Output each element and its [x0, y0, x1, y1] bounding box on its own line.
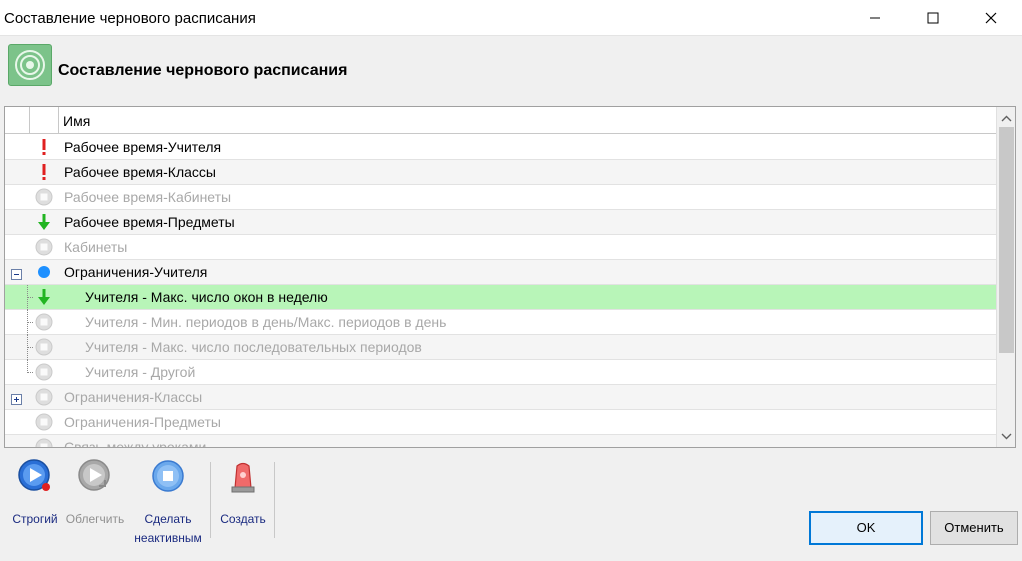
tree-line — [27, 372, 33, 373]
alarm-siren-icon — [231, 462, 255, 493]
inactive-stop-icon — [34, 438, 54, 447]
expander-column-header — [5, 107, 30, 134]
inactive-stop-icon — [34, 238, 54, 256]
grid-rows: Рабочее время-Учителя Рабочее время-Клас… — [5, 135, 997, 447]
green-down-arrow-icon — [34, 288, 54, 306]
row-label: Ограничения-Учителя — [64, 264, 208, 280]
collapse-icon[interactable] — [11, 267, 22, 280]
inactive-stop-icon — [34, 188, 54, 206]
table-row[interactable]: Ограничения-Предметы — [5, 410, 997, 435]
name-column-header[interactable]: Имя — [59, 107, 997, 134]
table-row[interactable]: Учителя - Мин. периодов в день/Макс. пер… — [5, 310, 997, 335]
row-label: Ограничения-Предметы — [64, 414, 221, 430]
blue-dot-icon — [34, 263, 54, 281]
table-row[interactable]: Связь между уроками — [5, 435, 997, 447]
close-icon — [985, 12, 997, 24]
row-label: Учителя - Макс. число последовательных п… — [85, 339, 422, 355]
window-title: Составление чернового расписания — [4, 10, 256, 27]
minimize-icon — [870, 17, 880, 19]
minimize-button[interactable] — [846, 0, 904, 36]
table-row[interactable]: Рабочее время-Предметы — [5, 210, 997, 235]
inactive-stop-icon — [34, 413, 54, 431]
ok-button[interactable]: OK — [809, 511, 923, 545]
row-label: Рабочее время-Учителя — [64, 139, 222, 155]
dialog-header: Составление чернового расписания — [0, 36, 1022, 104]
row-label: Рабочее время-Классы — [64, 164, 216, 180]
green-down-arrow-icon — [34, 213, 54, 231]
create-label: Создать — [220, 512, 266, 526]
chevron-down-icon — [1001, 433, 1012, 439]
page-title: Составление чернового расписания — [58, 62, 348, 79]
table-row[interactable]: Рабочее время-Учителя — [5, 135, 997, 160]
vertical-scrollbar[interactable] — [996, 107, 1015, 447]
table-row[interactable]: Ограничения-Учителя — [5, 260, 997, 285]
inactive-stop-icon — [34, 388, 54, 406]
inactive-stop-icon — [34, 363, 54, 381]
table-row[interactable]: Рабочее время-Кабинеты — [5, 185, 997, 210]
play-record-icon — [18, 459, 50, 491]
lighten-label: Облегчить — [65, 512, 125, 526]
scroll-down-button[interactable] — [997, 427, 1015, 445]
table-row[interactable]: Рабочее время-Классы — [5, 160, 997, 185]
make-inactive-label-line2: неактивным — [134, 531, 202, 545]
row-label: Учителя - Другой — [85, 364, 196, 380]
close-button[interactable] — [962, 0, 1020, 36]
table-row[interactable]: Ограничения-Классы — [5, 385, 997, 410]
make-inactive-button[interactable]: Сделать неактивным — [133, 452, 203, 552]
window-titlebar: Составление чернового расписания — [0, 0, 1022, 36]
table-row[interactable]: Учителя - Макс. число последовательных п… — [5, 335, 997, 360]
expand-icon[interactable] — [11, 392, 22, 405]
tree-line — [27, 347, 33, 348]
grid-header: Имя — [5, 107, 997, 134]
make-inactive-label: Сделать неактивным — [133, 510, 203, 548]
constraints-grid[interactable]: Имя Рабочее время-Учителя Рабочее время-… — [4, 106, 1016, 448]
stop-icon — [152, 460, 184, 492]
exclamation-icon — [34, 163, 54, 181]
inactive-stop-icon — [34, 313, 54, 331]
exclamation-icon — [34, 138, 54, 156]
scrollbar-thumb[interactable] — [999, 127, 1014, 353]
lighten-button[interactable]: Облегчить — [60, 452, 130, 552]
table-row[interactable]: Учителя - Другой — [5, 360, 997, 385]
table-row[interactable]: Учителя - Макс. число окон в неделю — [5, 285, 997, 310]
row-label: Рабочее время-Кабинеты — [64, 189, 232, 205]
row-label: Рабочее время-Предметы — [64, 214, 235, 230]
make-inactive-label-line1: Сделать — [144, 512, 192, 526]
row-label: Учителя - Макс. число окон в неделю — [85, 289, 328, 305]
tree-line — [27, 322, 33, 323]
tree-line — [27, 297, 33, 298]
lighten-play-icon — [78, 459, 110, 491]
row-label: Связь между уроками — [64, 439, 207, 447]
name-column-label: Имя — [63, 113, 91, 129]
radar-icon — [8, 44, 52, 86]
table-row[interactable]: Кабинеты — [5, 235, 997, 260]
create-button[interactable]: Создать — [208, 452, 278, 552]
scroll-up-button[interactable] — [997, 109, 1015, 127]
maximize-button[interactable] — [904, 0, 962, 36]
row-label: Ограничения-Классы — [64, 389, 203, 405]
maximize-icon — [927, 12, 939, 24]
row-label: Кабинеты — [64, 239, 128, 255]
chevron-up-icon — [1001, 115, 1012, 121]
row-label: Учителя - Мин. периодов в день/Макс. пер… — [85, 314, 447, 330]
cancel-button[interactable]: Отменить — [930, 511, 1018, 545]
toolbar-separator — [274, 462, 275, 538]
state-column-header — [30, 107, 59, 134]
inactive-stop-icon — [34, 338, 54, 356]
